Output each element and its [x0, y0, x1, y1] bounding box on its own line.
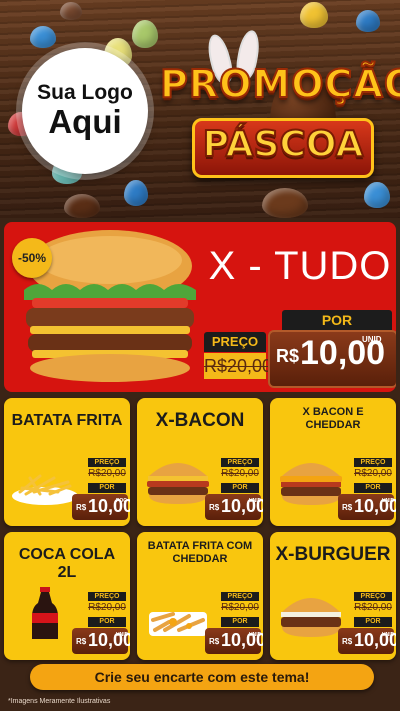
easter-egg-icon: [132, 20, 158, 48]
discount-badge: -50%: [12, 238, 52, 278]
new-price-label: POR: [221, 483, 259, 493]
easter-egg-icon: [60, 2, 82, 20]
old-price: R$20,00: [221, 468, 259, 480]
logo-placeholder: Sua Logo Aqui: [22, 48, 148, 174]
currency: R$: [209, 637, 220, 646]
product-card: BATATA FRITA COM CHEDDAR PREÇO R$20,00 P…: [137, 532, 263, 660]
easter-egg-icon: [64, 194, 100, 218]
soda-bottle-icon: [32, 587, 58, 639]
new-price-label: POR: [88, 617, 126, 627]
old-price-label: PREÇO: [354, 592, 392, 601]
new-price-label: POR: [88, 483, 126, 493]
product-card: X-BACON PREÇO R$20,00 POR R$ 10,00 UNID: [137, 398, 263, 526]
product-name: X BACON E CHEDDAR: [302, 406, 364, 431]
price-unit: UNID: [249, 632, 262, 638]
price-unit: UNID: [116, 632, 129, 638]
product-name: BATATA FRITA COM CHEDDAR: [147, 540, 253, 565]
old-price-label: PREÇO: [221, 592, 259, 601]
logo-text-big: Aqui: [48, 103, 122, 140]
product-card: BATATA FRITA PREÇO R$20,00 POR R$ 10,00 …: [4, 398, 130, 526]
cheddar-burger-icon: [280, 463, 342, 505]
easter-egg-icon: [30, 26, 56, 48]
price-unit: POÇ: [116, 498, 127, 504]
fries-icon: [12, 474, 78, 505]
currency: R$: [276, 346, 300, 366]
easter-egg-icon: [124, 180, 148, 206]
bacon-burger-icon: [147, 463, 209, 504]
new-price-label: POR: [354, 617, 392, 627]
disclaimer-text: *Imagens Meramente Ilustrativas: [8, 698, 111, 705]
product-name: X-BURGUER: [275, 544, 391, 565]
old-price-label: PREÇO: [204, 332, 266, 352]
price-unit: UNID: [362, 335, 382, 344]
header-banner: Sua Logo Aqui PROMOÇÃO PÁSCOA: [0, 0, 400, 218]
easter-egg-icon: [262, 188, 308, 218]
promo-title: PROMOÇÃO: [159, 61, 400, 107]
old-price: R$20,00: [88, 468, 126, 480]
easter-egg-icon: [356, 10, 380, 32]
price-unit: UNID: [382, 632, 395, 638]
new-price-label: POR: [282, 310, 392, 330]
new-price-label: POR: [354, 483, 392, 493]
old-price: R$20,00: [88, 602, 126, 614]
price-unit: UNID: [382, 498, 395, 504]
cta-button[interactable]: Crie seu encarte com este tema!: [30, 664, 374, 690]
easter-title: PÁSCOA: [202, 123, 365, 166]
easter-egg-icon: [364, 182, 390, 208]
currency: R$: [76, 637, 87, 646]
old-price-label: PREÇO: [88, 592, 126, 601]
burger-icon: [281, 598, 341, 637]
old-price-label: PREÇO: [221, 458, 259, 467]
old-price-label: PREÇO: [354, 458, 392, 467]
product-card: COCA COLA 2L PREÇO R$20,00 POR R$ 10,00 …: [4, 532, 130, 660]
currency: R$: [342, 637, 353, 646]
product-name: X-BACON: [155, 410, 245, 431]
currency: R$: [76, 503, 87, 512]
price-unit: UNID: [249, 498, 262, 504]
product-name: BATATA FRITA: [11, 412, 123, 429]
old-price: R$20,00: [221, 602, 259, 614]
old-price: R$20,00: [354, 468, 392, 480]
old-price: R$20,00: [354, 602, 392, 614]
currency: R$: [209, 503, 220, 512]
logo-text-small: Sua Logo: [37, 81, 133, 104]
new-price-label: POR: [221, 617, 259, 627]
easter-egg-icon: [300, 2, 328, 28]
cheddar-fries-icon: [149, 612, 207, 636]
featured-product-name: X - TUDO: [208, 244, 392, 288]
old-price-label: PREÇO: [88, 458, 126, 467]
product-card: X BACON E CHEDDAR PREÇO R$20,00 POR R$ 1…: [270, 398, 396, 526]
old-price: R$20,00: [204, 353, 272, 379]
featured-product: -50% X - TUDO PREÇO R$20,00 POR R$ 10,00…: [4, 222, 396, 392]
product-card: X-BURGUER PREÇO R$20,00 POR R$ 10,00 UNI…: [270, 532, 396, 660]
currency: R$: [342, 503, 353, 512]
